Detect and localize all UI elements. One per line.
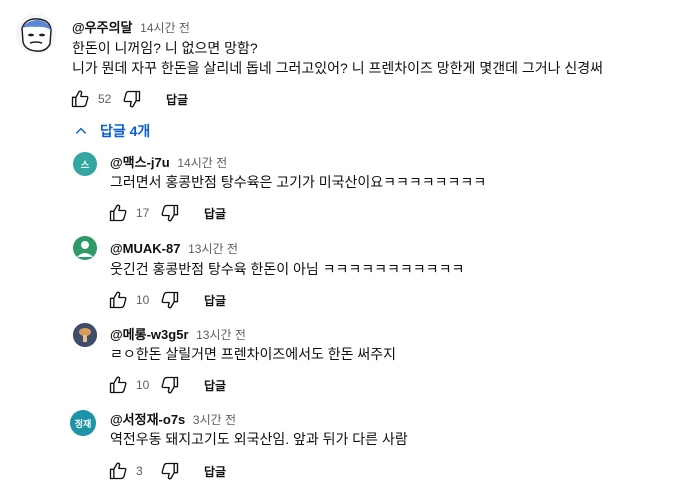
comment-author[interactable]: @우주의달: [72, 20, 133, 35]
thumbs-up-icon[interactable]: [108, 375, 128, 395]
comment-text-line-1: 한돈이 니꺼임? 니 없으면 망함?: [72, 40, 258, 56]
thumbs-up-icon[interactable]: [108, 203, 128, 223]
comment-text-line-2: 니가 뭔데 자꾸 한돈을 살리네 돕네 그러고있어? 니 프렌차이즈 망한게 몇…: [72, 60, 604, 76]
replies-toggle-button[interactable]: 답글 4개: [74, 120, 150, 142]
reply-button[interactable]: 답글: [166, 91, 188, 108]
comment-timestamp[interactable]: 14시간 전: [140, 21, 190, 35]
reply-text: ㄹㅇ한돈 살릴거면 프렌차이즈에서도 한돈 써주지: [110, 346, 397, 362]
reply-text: 웃긴건 홍콩반점 탕수육 한돈이 아님 ㅋㅋㅋㅋㅋㅋㅋㅋㅋㅋㅋ: [110, 261, 465, 277]
like-count: 17: [136, 206, 150, 220]
thumbs-down-icon[interactable]: [160, 203, 180, 223]
thumbs-down-icon[interactable]: [160, 375, 180, 395]
reply-author[interactable]: @서정재-o7s: [110, 412, 185, 427]
reply-actions: 3 답글: [108, 459, 226, 483]
avatar[interactable]: 정재: [70, 410, 96, 436]
thumbs-down-icon[interactable]: [160, 461, 180, 481]
reply-button[interactable]: 답글: [204, 292, 226, 309]
avatar[interactable]: [73, 323, 97, 347]
avatar-initials: 정재: [74, 418, 92, 429]
avatar-initials: 스: [80, 159, 90, 170]
avatar[interactable]: [73, 236, 97, 260]
like-count: 52: [98, 92, 112, 106]
reply-header: @MUAK-87 13시간 전: [110, 240, 238, 257]
like-count: 3: [136, 464, 143, 478]
replies-toggle-label: 답글 4개: [100, 123, 151, 139]
thumbs-down-icon[interactable]: [160, 290, 180, 310]
reply-text: 그러면서 홍콩반점 탕수육은 고기가 미국산이요ㅋㅋㅋㅋㅋㅋㅋㅋ: [110, 174, 487, 190]
chevron-up-icon: [75, 127, 87, 134]
reply-button[interactable]: 답글: [204, 463, 226, 480]
reply-actions: 10 답글: [108, 373, 226, 397]
like-count: 10: [136, 378, 150, 392]
reply-author[interactable]: @메롱-w3g5r: [110, 327, 189, 342]
reply-timestamp[interactable]: 14시간 전: [177, 156, 227, 170]
reply-header: @서정재-o7s 3시간 전: [110, 409, 236, 428]
thumbs-up-icon[interactable]: [108, 461, 128, 481]
reply-author[interactable]: @맥스-j7u: [110, 155, 170, 170]
reply-actions: 10 답글: [108, 288, 226, 312]
person-icon: [77, 241, 93, 257]
reply-text: 역전우동 돼지고기도 외국산임. 앞과 뒤가 다른 사람: [110, 431, 408, 447]
reply-author[interactable]: @MUAK-87: [110, 241, 180, 256]
reply-button[interactable]: 답글: [204, 205, 226, 222]
reply-button[interactable]: 답글: [204, 377, 226, 394]
reply-timestamp[interactable]: 13시간 전: [196, 328, 246, 342]
reply-header: @맥스-j7u 14시간 전: [110, 152, 227, 171]
avatar-image: [73, 323, 97, 347]
reply-header: @메롱-w3g5r 13시간 전: [110, 324, 246, 343]
avatar[interactable]: [16, 14, 56, 54]
avatar[interactable]: 스: [73, 152, 97, 176]
comment-actions: 52 답글: [70, 87, 188, 111]
reply-timestamp[interactable]: 3시간 전: [193, 413, 236, 427]
comment-header: @우주의달 14시간 전: [72, 17, 190, 36]
thumbs-up-icon[interactable]: [108, 290, 128, 310]
avatar-image: [16, 14, 56, 54]
thumbs-up-icon[interactable]: [70, 89, 90, 109]
like-count: 10: [136, 293, 150, 307]
reply-timestamp[interactable]: 13시간 전: [188, 242, 238, 256]
reply-actions: 17 답글: [108, 201, 226, 225]
thumbs-down-icon[interactable]: [122, 89, 142, 109]
